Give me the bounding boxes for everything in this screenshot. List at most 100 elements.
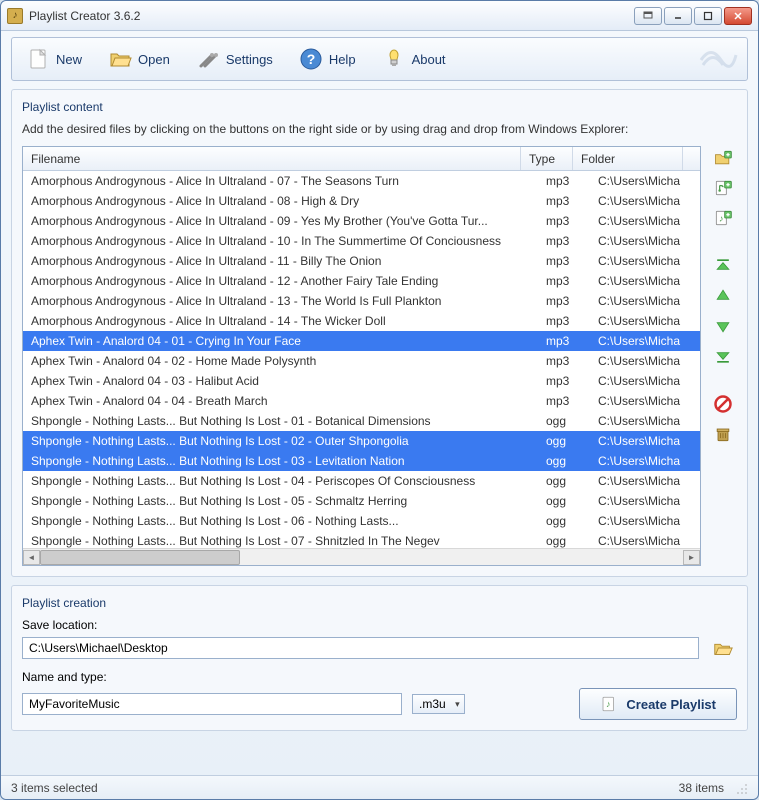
table-row[interactable]: Shpongle - Nothing Lasts... But Nothing …: [23, 451, 700, 471]
instruction-text: Add the desired files by clicking on the…: [22, 122, 737, 136]
cell-filename: Amorphous Androgynous - Alice In Ultrala…: [23, 214, 538, 228]
cell-type: mp3: [538, 314, 590, 328]
resize-grip-icon[interactable]: [734, 781, 748, 795]
table-row[interactable]: Shpongle - Nothing Lasts... But Nothing …: [23, 491, 700, 511]
remove-button[interactable]: [711, 392, 735, 416]
cell-type: mp3: [538, 354, 590, 368]
cell-filename: Aphex Twin - Analord 04 - 03 - Halibut A…: [23, 374, 538, 388]
cell-folder: C:\Users\Micha: [590, 414, 700, 428]
add-folder-button[interactable]: [711, 146, 735, 170]
move-down-button[interactable]: [711, 314, 735, 338]
cell-type: ogg: [538, 474, 590, 488]
table-row[interactable]: Aphex Twin - Analord 04 - 03 - Halibut A…: [23, 371, 700, 391]
cell-filename: Shpongle - Nothing Lasts... But Nothing …: [23, 494, 538, 508]
table-row[interactable]: Shpongle - Nothing Lasts... But Nothing …: [23, 531, 700, 548]
cell-folder: C:\Users\Micha: [590, 534, 700, 548]
add-playlist-button[interactable]: [711, 176, 735, 200]
save-location-input[interactable]: [22, 637, 699, 659]
table-row[interactable]: Aphex Twin - Analord 04 - 04 - Breath Ma…: [23, 391, 700, 411]
table-row[interactable]: Amorphous Androgynous - Alice In Ultrala…: [23, 171, 700, 191]
add-file-button[interactable]: ♪: [711, 206, 735, 230]
cell-filename: Shpongle - Nothing Lasts... But Nothing …: [23, 534, 538, 548]
table-row[interactable]: Shpongle - Nothing Lasts... But Nothing …: [23, 511, 700, 531]
hscroll-thumb[interactable]: [40, 550, 240, 565]
table-row[interactable]: Amorphous Androgynous - Alice In Ultrala…: [23, 191, 700, 211]
cell-filename: Shpongle - Nothing Lasts... But Nothing …: [23, 514, 538, 528]
cell-filename: Aphex Twin - Analord 04 - 04 - Breath Ma…: [23, 394, 538, 408]
cell-type: ogg: [538, 434, 590, 448]
table-row[interactable]: Amorphous Androgynous - Alice In Ultrala…: [23, 231, 700, 251]
cell-type: mp3: [538, 174, 590, 188]
cell-filename: Aphex Twin - Analord 04 - 02 - Home Made…: [23, 354, 538, 368]
hscroll-left-button[interactable]: ◄: [23, 550, 40, 565]
cell-filename: Amorphous Androgynous - Alice In Ultrala…: [23, 194, 538, 208]
column-header-folder[interactable]: Folder: [573, 147, 683, 170]
cell-filename: Shpongle - Nothing Lasts... But Nothing …: [23, 434, 538, 448]
name-type-label: Name and type:: [22, 670, 737, 684]
table-row[interactable]: Shpongle - Nothing Lasts... But Nothing …: [23, 431, 700, 451]
table-body[interactable]: Amorphous Androgynous - Alice In Ultrala…: [23, 171, 700, 548]
table-row[interactable]: Shpongle - Nothing Lasts... But Nothing …: [23, 411, 700, 431]
cell-type: mp3: [538, 394, 590, 408]
cell-folder: C:\Users\Micha: [590, 434, 700, 448]
app-icon: ♪: [7, 8, 23, 24]
table-row[interactable]: Amorphous Androgynous - Alice In Ultrala…: [23, 271, 700, 291]
settings-button[interactable]: Settings: [190, 43, 279, 75]
table-row[interactable]: Amorphous Androgynous - Alice In Ultrala…: [23, 251, 700, 271]
settings-label: Settings: [226, 52, 273, 67]
move-up-button[interactable]: [711, 284, 735, 308]
status-total-text: 38 items: [679, 781, 724, 795]
about-button[interactable]: About: [376, 43, 452, 75]
cell-folder: C:\Users\Micha: [590, 234, 700, 248]
clear-button[interactable]: [711, 422, 735, 446]
cell-folder: C:\Users\Micha: [590, 334, 700, 348]
open-button[interactable]: Open: [102, 43, 176, 75]
create-playlist-button[interactable]: ♪ Create Playlist: [579, 688, 737, 720]
extension-select[interactable]: .m3u: [412, 694, 465, 714]
cell-type: mp3: [538, 214, 590, 228]
new-label: New: [56, 52, 82, 67]
cell-filename: Amorphous Androgynous - Alice In Ultrala…: [23, 294, 538, 308]
cell-filename: Shpongle - Nothing Lasts... But Nothing …: [23, 454, 538, 468]
hscroll-track[interactable]: [40, 550, 683, 565]
cell-folder: C:\Users\Micha: [590, 374, 700, 388]
move-top-button[interactable]: [711, 254, 735, 278]
open-label: Open: [138, 52, 170, 67]
cell-folder: C:\Users\Micha: [590, 514, 700, 528]
cell-type: ogg: [538, 494, 590, 508]
svg-text:?: ?: [307, 51, 316, 67]
table-row[interactable]: Shpongle - Nothing Lasts... But Nothing …: [23, 471, 700, 491]
move-bottom-button[interactable]: [711, 344, 735, 368]
cell-filename: Amorphous Androgynous - Alice In Ultrala…: [23, 314, 538, 328]
new-button[interactable]: New: [20, 43, 88, 75]
table-row[interactable]: Amorphous Androgynous - Alice In Ultrala…: [23, 311, 700, 331]
titlebar[interactable]: ♪ Playlist Creator 3.6.2: [1, 1, 758, 31]
table-row[interactable]: Aphex Twin - Analord 04 - 02 - Home Made…: [23, 351, 700, 371]
close-button[interactable]: [724, 7, 752, 25]
cell-filename: Aphex Twin - Analord 04 - 01 - Crying In…: [23, 334, 538, 348]
table-row[interactable]: Amorphous Androgynous - Alice In Ultrala…: [23, 291, 700, 311]
cell-type: ogg: [538, 534, 590, 548]
cell-folder: C:\Users\Micha: [590, 474, 700, 488]
cell-type: ogg: [538, 454, 590, 468]
column-header-type[interactable]: Type: [521, 147, 573, 170]
horizontal-scrollbar[interactable]: ◄ ►: [23, 548, 700, 565]
new-file-icon: [26, 47, 50, 71]
cell-filename: Amorphous Androgynous - Alice In Ultrala…: [23, 234, 538, 248]
help-label: Help: [329, 52, 356, 67]
browse-location-button[interactable]: [709, 636, 737, 660]
svg-text:♪: ♪: [606, 699, 611, 709]
help-button[interactable]: ? Help: [293, 43, 362, 75]
playlist-area: Filename Type Folder Amorphous Androgyno…: [22, 146, 737, 566]
app-window: ♪ Playlist Creator 3.6.2 New: [0, 0, 759, 800]
minimize-button[interactable]: [664, 7, 692, 25]
maximize-button[interactable]: [694, 7, 722, 25]
hscroll-right-button[interactable]: ►: [683, 550, 700, 565]
table-row[interactable]: Aphex Twin - Analord 04 - 01 - Crying In…: [23, 331, 700, 351]
playlist-table: Filename Type Folder Amorphous Androgyno…: [22, 146, 701, 566]
help-window-button[interactable]: [634, 7, 662, 25]
column-header-filename[interactable]: Filename: [23, 147, 521, 170]
save-location-label: Save location:: [22, 618, 737, 632]
playlist-name-input[interactable]: [22, 693, 402, 715]
table-row[interactable]: Amorphous Androgynous - Alice In Ultrala…: [23, 211, 700, 231]
